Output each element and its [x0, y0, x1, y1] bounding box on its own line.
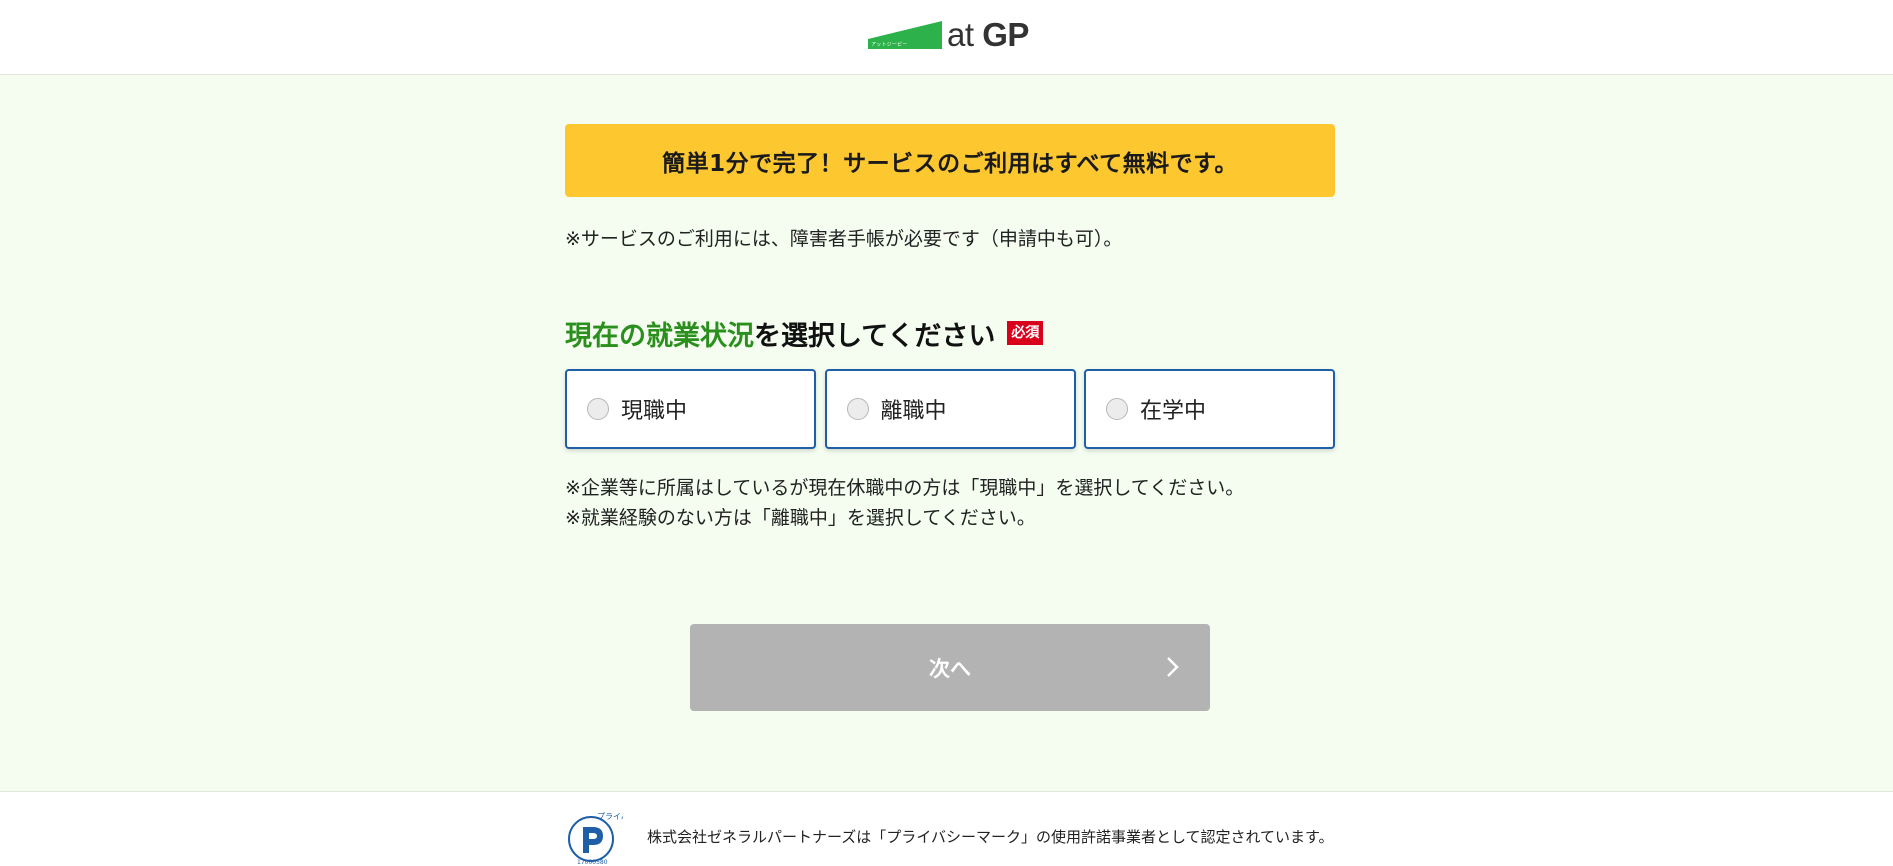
note-on-leave: ※企業等に所属はしているが現在休職中の方は「現職中」を選択してください。 [565, 477, 1245, 499]
note-no-experience: ※就業経験のない方は「離職中」を選択してください。 [565, 507, 1036, 529]
atgp-logo[interactable]: アットジーピー at GP [868, 16, 1033, 53]
option-employed[interactable]: 現職中 [565, 369, 816, 449]
option-unemployed[interactable]: 離職中 [824, 369, 1076, 449]
privacy-mark-label: プライバシー [597, 812, 623, 821]
next-button[interactable]: 次へ [690, 624, 1210, 711]
privacy-mark-number: 17000580 [577, 859, 608, 865]
header: アットジーピー at GP [0, 0, 1893, 75]
radio-button[interactable] [587, 398, 609, 420]
radio-button[interactable] [846, 398, 869, 420]
selection-notes: ※企業等に所属はしているが現在休職中の方は「現職中」を選択してください。 ※就業… [565, 473, 1335, 533]
privacy-mark-statement: 株式会社ゼネラルパートナーズは「プライバシーマーク」の使用許諾事業者として認定さ… [647, 828, 1334, 846]
question-rest: を選択してください [754, 320, 996, 352]
logo-text: at GP [947, 16, 1029, 53]
requirement-note: ※サービスのご利用には、障害者手帳が必要です（申請中も可）。 [565, 228, 1123, 250]
chevron-right-icon [1167, 657, 1179, 677]
logo-kana: アットジーピー [871, 42, 908, 48]
option-student[interactable]: 在学中 [1084, 369, 1335, 449]
required-badge: 必須 [1007, 321, 1044, 345]
privacy-mark-logo: プライバシー 17000580 [568, 812, 623, 865]
radio-button[interactable] [1106, 398, 1128, 420]
question-highlight: 現在の就業状況 [565, 320, 754, 352]
footer: プライバシー 17000580 株式会社ゼネラルパートナーズは「プライバシーマー… [0, 791, 1893, 866]
employment-status-options: 現職中 離職中 在学中 [565, 369, 1335, 449]
main-content: 簡単1分で完了！サービスのご利用はすべて無料です。 ※サービスのご利用には、障害… [565, 124, 1335, 533]
option-label: 在学中 [1140, 399, 1207, 424]
option-label: 離職中 [880, 399, 947, 424]
option-label: 現職中 [621, 399, 688, 424]
question-heading: 現在の就業状況 を選択してください 必須 [565, 313, 1335, 353]
next-button-label: 次へ [929, 656, 971, 681]
free-service-banner: 簡単1分で完了！サービスのご利用はすべて無料です。 [565, 124, 1335, 197]
